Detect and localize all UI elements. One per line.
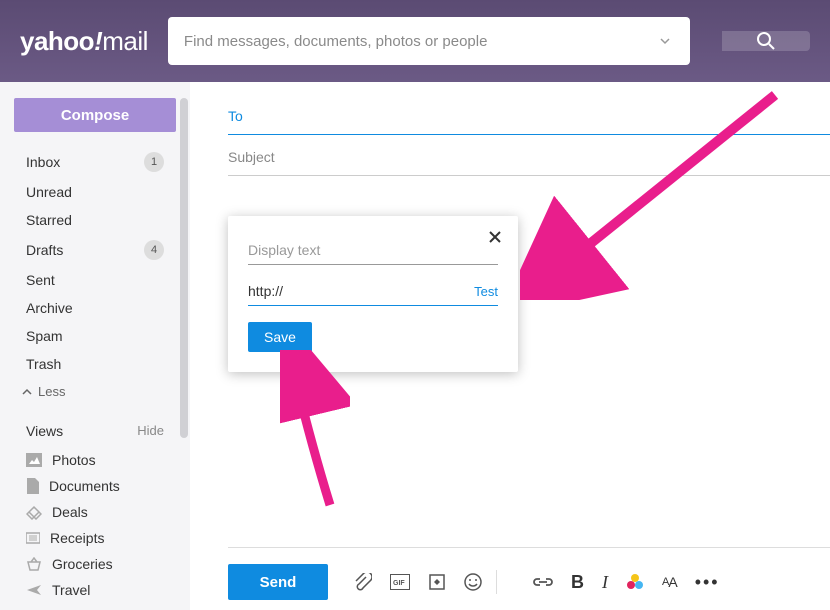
folder-trash[interactable]: Trash (0, 350, 190, 378)
url-input[interactable] (248, 275, 462, 305)
gif-icon: GIF (390, 574, 410, 590)
color-dots-icon (626, 574, 644, 590)
less-label: Less (38, 384, 65, 399)
views-header: Views Hide (0, 405, 190, 447)
folder-count-badge: 4 (144, 240, 164, 260)
chevron-down-icon (659, 35, 671, 47)
toolbar-separator (228, 547, 830, 548)
yahoo-mail-logo: yahoo!mail (20, 26, 148, 57)
emoji-button[interactable] (464, 573, 482, 591)
deals-icon (26, 504, 42, 520)
to-field[interactable]: To (228, 102, 830, 135)
italic-button[interactable]: I (602, 572, 608, 593)
display-text-input[interactable] (248, 234, 498, 265)
stationery-button[interactable] (428, 573, 446, 591)
text-color-button[interactable] (626, 574, 644, 590)
insert-link-dialog: Test Save (228, 216, 518, 372)
folder-count-badge: 1 (144, 152, 164, 172)
save-link-button[interactable]: Save (248, 322, 312, 352)
search-button[interactable] (722, 31, 810, 51)
attach-button[interactable] (354, 573, 372, 591)
view-label: Photos (52, 452, 96, 468)
search-dropdown-toggle[interactable] (650, 17, 680, 65)
basket-icon (26, 557, 42, 571)
view-receipts[interactable]: Receipts (0, 525, 190, 551)
document-icon (26, 478, 39, 494)
folder-label: Archive (26, 300, 73, 316)
chevron-up-icon (22, 387, 32, 397)
sidebar: Compose Inbox 1 Unread Starred Drafts 4 Se… (0, 82, 190, 610)
folder-label: Starred (26, 212, 72, 228)
folder-starred[interactable]: Starred (0, 206, 190, 234)
folder-label: Sent (26, 272, 55, 288)
folder-inbox[interactable]: Inbox 1 (0, 146, 190, 178)
folder-drafts[interactable]: Drafts 4 (0, 234, 190, 266)
bold-button[interactable]: B (571, 572, 584, 593)
photos-icon (26, 453, 42, 467)
folder-unread[interactable]: Unread (0, 178, 190, 206)
view-documents[interactable]: Documents (0, 473, 190, 499)
sidebar-scrollbar[interactable] (180, 98, 188, 438)
folder-sent[interactable]: Sent (0, 266, 190, 294)
view-label: Documents (49, 478, 120, 494)
send-button[interactable]: Send (228, 564, 328, 600)
folder-spam[interactable]: Spam (0, 322, 190, 350)
gif-button[interactable]: GIF (390, 574, 410, 590)
folder-label: Unread (26, 184, 72, 200)
subject-field[interactable]: Subject (228, 135, 830, 176)
view-label: Receipts (50, 530, 104, 546)
more-formatting-button[interactable]: ••• (695, 572, 720, 593)
close-icon (488, 230, 502, 244)
svg-text:GIF: GIF (393, 580, 405, 587)
views-title: Views (26, 423, 63, 439)
view-travel[interactable]: Travel (0, 577, 190, 603)
compose-button[interactable]: Compose (14, 98, 176, 132)
view-label: Deals (52, 504, 88, 520)
link-icon (533, 576, 553, 588)
receipt-icon (26, 531, 40, 545)
plane-icon (26, 583, 42, 597)
app-header: yahoo!mail (0, 0, 830, 82)
view-label: Groceries (52, 556, 113, 572)
toolbar-divider (496, 570, 497, 594)
test-link-button[interactable]: Test (474, 284, 498, 305)
folder-archive[interactable]: Archive (0, 294, 190, 322)
compose-toolbar: Send GIF B I AA ••• (228, 558, 830, 610)
folder-label: Spam (26, 328, 63, 344)
font-size-button[interactable]: AA (662, 574, 677, 590)
card-icon (428, 573, 446, 591)
dialog-close-button[interactable] (484, 226, 506, 251)
search-icon (756, 31, 776, 51)
folder-label: Drafts (26, 242, 63, 258)
search-bar (168, 17, 690, 65)
emoji-icon (464, 573, 482, 591)
search-input[interactable] (168, 17, 690, 65)
view-photos[interactable]: Photos (0, 447, 190, 473)
hide-views-toggle[interactable]: Hide (137, 423, 164, 439)
collapse-less[interactable]: Less (0, 378, 190, 405)
link-button[interactable] (533, 576, 553, 588)
view-deals[interactable]: Deals (0, 499, 190, 525)
folder-label: Inbox (26, 154, 60, 170)
folder-label: Trash (26, 356, 61, 372)
view-label: Travel (52, 582, 90, 598)
paperclip-icon (354, 573, 372, 591)
view-groceries[interactable]: Groceries (0, 551, 190, 577)
folder-list: Inbox 1 Unread Starred Drafts 4 Sent Archi… (0, 146, 190, 378)
